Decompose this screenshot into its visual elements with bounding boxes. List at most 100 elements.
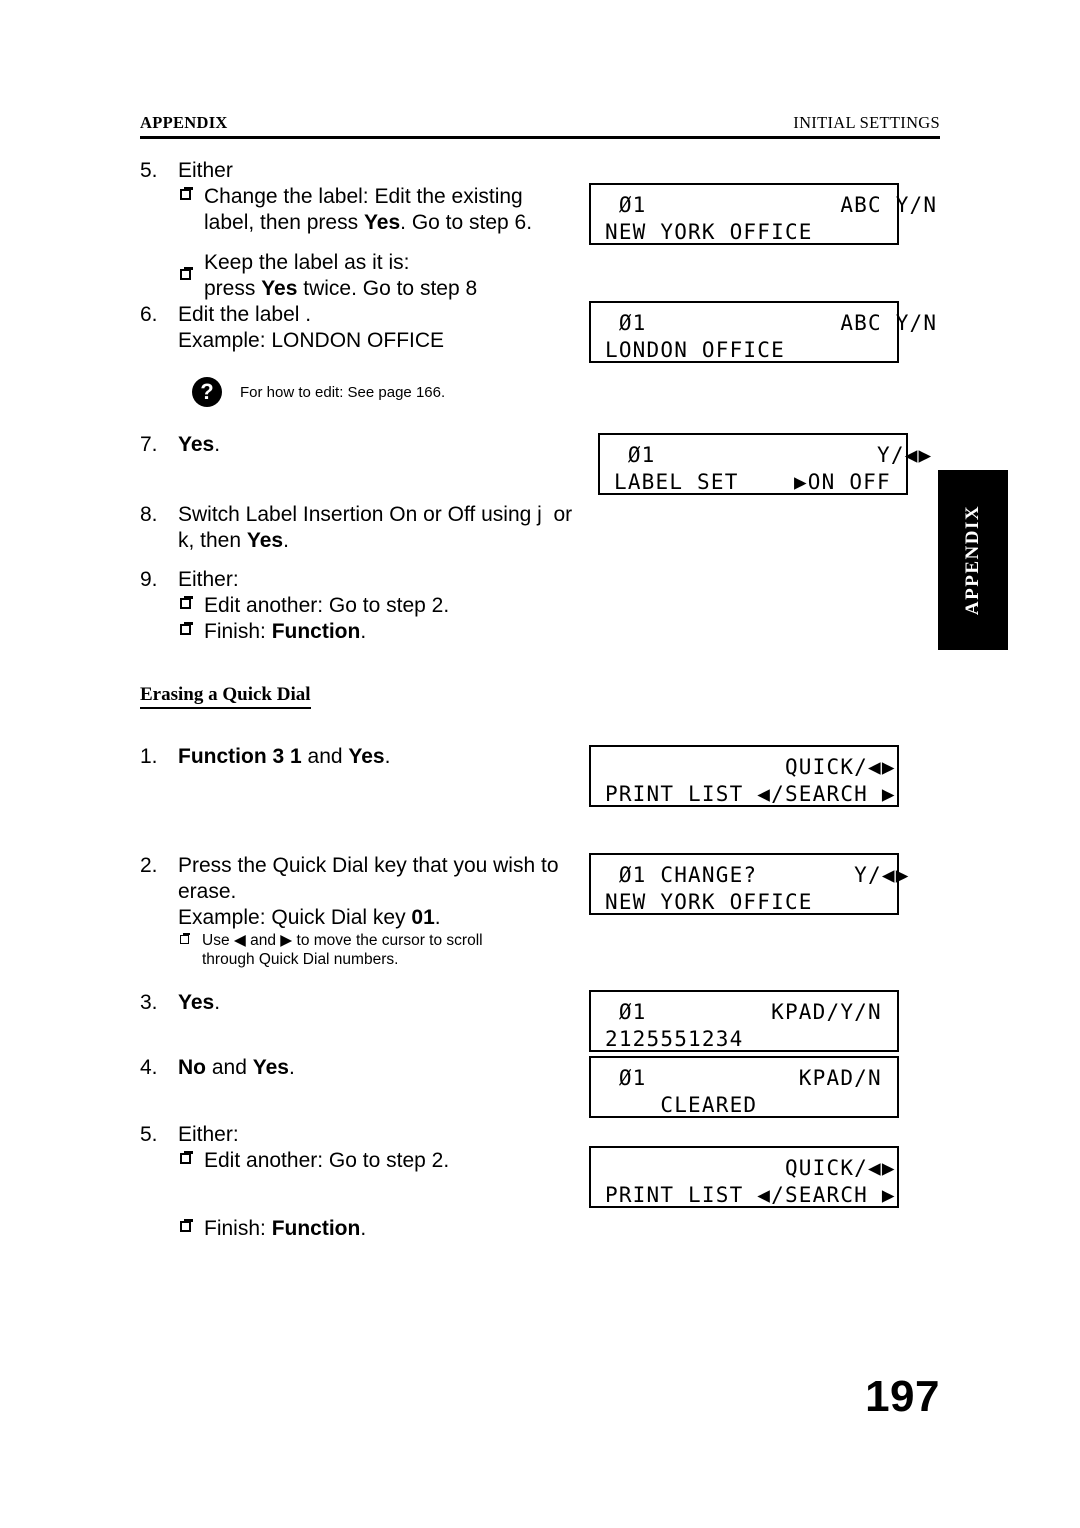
step-8-number: 8. <box>140 503 158 526</box>
bullet-square-icon <box>180 267 193 280</box>
lcd-quick-print-list-1: QUICK/◀▶ PRINT LIST ◀/SEARCH ▶ <box>589 745 899 807</box>
lcd-line-2: CLEARED <box>605 1093 758 1117</box>
step-5-bullet-2-line-2: press Yes twice. Go to step 8 <box>204 276 560 302</box>
erase-step-3-number: 3. <box>140 991 158 1014</box>
erase-step-2-line-1: Press the Quick Dial key that you wish t… <box>178 854 559 877</box>
step-9-line-1: Either: <box>178 568 239 591</box>
note-text: For how to edit: See page 166. <box>240 383 446 401</box>
step-7-body: Yes. <box>178 432 560 458</box>
erase-step-5-body: Either: Edit another: Go to step 2. <box>178 1122 560 1174</box>
lcd-line-1: Ø1 ABC Y/N <box>605 311 938 335</box>
text: . Go to step 6. <box>400 211 533 234</box>
lcd-line-1: QUICK/◀▶ <box>605 1156 896 1180</box>
text: Example: Quick Dial key <box>178 906 412 929</box>
lcd-line-1: Ø1 KPAD/Y/N <box>605 1000 882 1024</box>
yes-keyword: Yes <box>178 991 215 1014</box>
erase-step-5-line-1: Either: <box>178 1123 239 1146</box>
erase-step-5-bullet-1-text: Edit another: Go to step 2. <box>204 1149 450 1172</box>
lcd-line-1: Ø1 Y/◀▶ <box>614 443 933 467</box>
function-keyword: Function <box>271 1217 361 1240</box>
bullet-square-icon <box>180 596 193 609</box>
text: . <box>214 433 221 456</box>
step-9-body: Either: Edit another: Go to step 2. Fini… <box>178 567 560 645</box>
erase-step-4-number: 4. <box>140 1056 158 1079</box>
erase-step-1-line-1: Function 3 1 and Yes. <box>178 744 560 770</box>
erase-step-3: 3. Yes. <box>140 990 560 1016</box>
text: . <box>288 1056 295 1079</box>
bullet-square-icon <box>180 622 193 635</box>
text: to move the cursor to scroll <box>292 932 483 949</box>
step-5-bullet-1-line-2: label, then press Yes. Go to step 6. <box>204 210 560 236</box>
quick-dial-key-number: 01 <box>411 906 435 929</box>
step-9-bullet-1-text: Edit another: Go to step 2. <box>204 594 450 617</box>
step-7-number: 7. <box>140 433 158 456</box>
step-7-line-1: Yes. <box>178 432 560 458</box>
step-8-line-1: Switch Label Insertion On or Off using j… <box>178 503 573 526</box>
question-mark-icon: ? <box>192 377 222 407</box>
appendix-thumb-tab-label: APPENDIX <box>962 504 984 616</box>
text: . <box>283 529 289 552</box>
page-header: APPENDIX INITIAL SETTINGS <box>140 113 940 133</box>
step-9-bullet-1: Edit another: Go to step 2. <box>178 593 560 619</box>
erase-step-2: 2. Press the Quick Dial key that you wis… <box>140 853 590 969</box>
yes-keyword: Yes <box>348 745 385 768</box>
lcd-line-2: PRINT LIST ◀/SEARCH ▶ <box>605 1183 896 1207</box>
erase-step-2-subnote-line-1: Use ◀ and ▶ to move the cursor to scroll <box>202 931 590 950</box>
erase-step-4: 4. No and Yes. <box>140 1055 560 1081</box>
lcd-line-2: NEW YORK OFFICE <box>605 890 813 914</box>
text: and <box>206 1056 253 1079</box>
erase-step-5-number: 5. <box>140 1123 158 1146</box>
lcd-change-new-york: Ø1 CHANGE? Y/◀▶ NEW YORK OFFICE <box>589 853 910 915</box>
text: label, then press <box>204 211 364 234</box>
header-chapter-label: INITIAL SETTINGS <box>793 113 940 132</box>
step-6-line-1: Edit the label . <box>178 303 312 326</box>
step-6-body: Edit the label . Example: LONDON OFFICE <box>178 302 560 354</box>
appendix-thumb-tab: APPENDIX <box>938 470 1008 650</box>
text: press <box>204 277 262 300</box>
text: and <box>245 932 281 949</box>
lcd-kpad-number: Ø1 KPAD/Y/N 2125551234 <box>589 990 899 1052</box>
bullet-square-icon <box>180 1219 193 1232</box>
step-5-bullet-2: Keep the label as it is: press Yes twice… <box>178 250 560 302</box>
step-5-bullet-1: Change the label: Edit the existing labe… <box>178 184 560 236</box>
erase-step-5-finish: Finish: Function. <box>178 1216 598 1242</box>
step-5-number: 5. <box>140 159 158 182</box>
text: Finish: <box>204 1217 272 1240</box>
function-keyword: Function 3 1 <box>178 745 302 768</box>
left-arrow-icon: ◀ <box>233 932 246 949</box>
erase-step-2-line-3: Example: Quick Dial key 01. <box>178 905 590 931</box>
step-9-bullet-2: Finish: Function. <box>178 619 560 645</box>
yes-keyword: Yes <box>252 1056 289 1079</box>
erase-step-2-subnote-line-2: through Quick Dial numbers. <box>202 951 399 968</box>
step-9-number: 9. <box>140 568 158 591</box>
lcd-line-1: Ø1 CHANGE? Y/◀▶ <box>605 863 910 887</box>
erase-step-2-body: Press the Quick Dial key that you wish t… <box>178 853 590 969</box>
lcd-line-2: 2125551234 <box>605 1027 744 1051</box>
lcd-line-2: LONDON OFFICE <box>605 338 785 362</box>
lcd-new-york-abc: Ø1 ABC Y/N NEW YORK OFFICE <box>589 183 936 245</box>
step-5-line-1: Either <box>178 159 233 182</box>
step-6-line-2: Example: LONDON OFFICE <box>178 329 445 352</box>
lcd-line-1: Ø1 KPAD/N <box>605 1066 882 1090</box>
erase-step-5-bullet-2: Finish: Function. <box>178 1216 598 1242</box>
page-number: 197 <box>865 1372 940 1421</box>
header-section-label: APPENDIX <box>140 113 228 132</box>
lcd-line-2: LABEL SET ▶ON OFF <box>614 470 891 494</box>
text: . <box>360 1217 367 1240</box>
text: and <box>301 745 349 768</box>
erase-step-4-line-1: No and Yes. <box>178 1055 560 1081</box>
bullet-square-icon <box>180 1151 193 1164</box>
step-5-bullet-1-line-1: Change the label: Edit the existing <box>204 185 523 208</box>
step-5-bullet-2-line-1: Keep the label as it is: <box>204 251 410 274</box>
text: Use <box>202 932 234 949</box>
erase-step-1: 1. Function 3 1 and Yes. <box>140 744 560 770</box>
step-8-line-2: k, then Yes. <box>178 528 610 554</box>
step-5-body: Either Change the label: Edit the existi… <box>178 158 560 302</box>
text: . <box>214 991 221 1014</box>
erase-step-2-line-2: erase. <box>178 880 237 903</box>
step-5: 5. Either Change the label: Edit the exi… <box>140 158 560 302</box>
function-keyword: Function <box>271 620 361 643</box>
bullet-square-icon <box>180 187 193 200</box>
yes-keyword: Yes <box>246 529 284 552</box>
erase-step-4-body: No and Yes. <box>178 1055 560 1081</box>
